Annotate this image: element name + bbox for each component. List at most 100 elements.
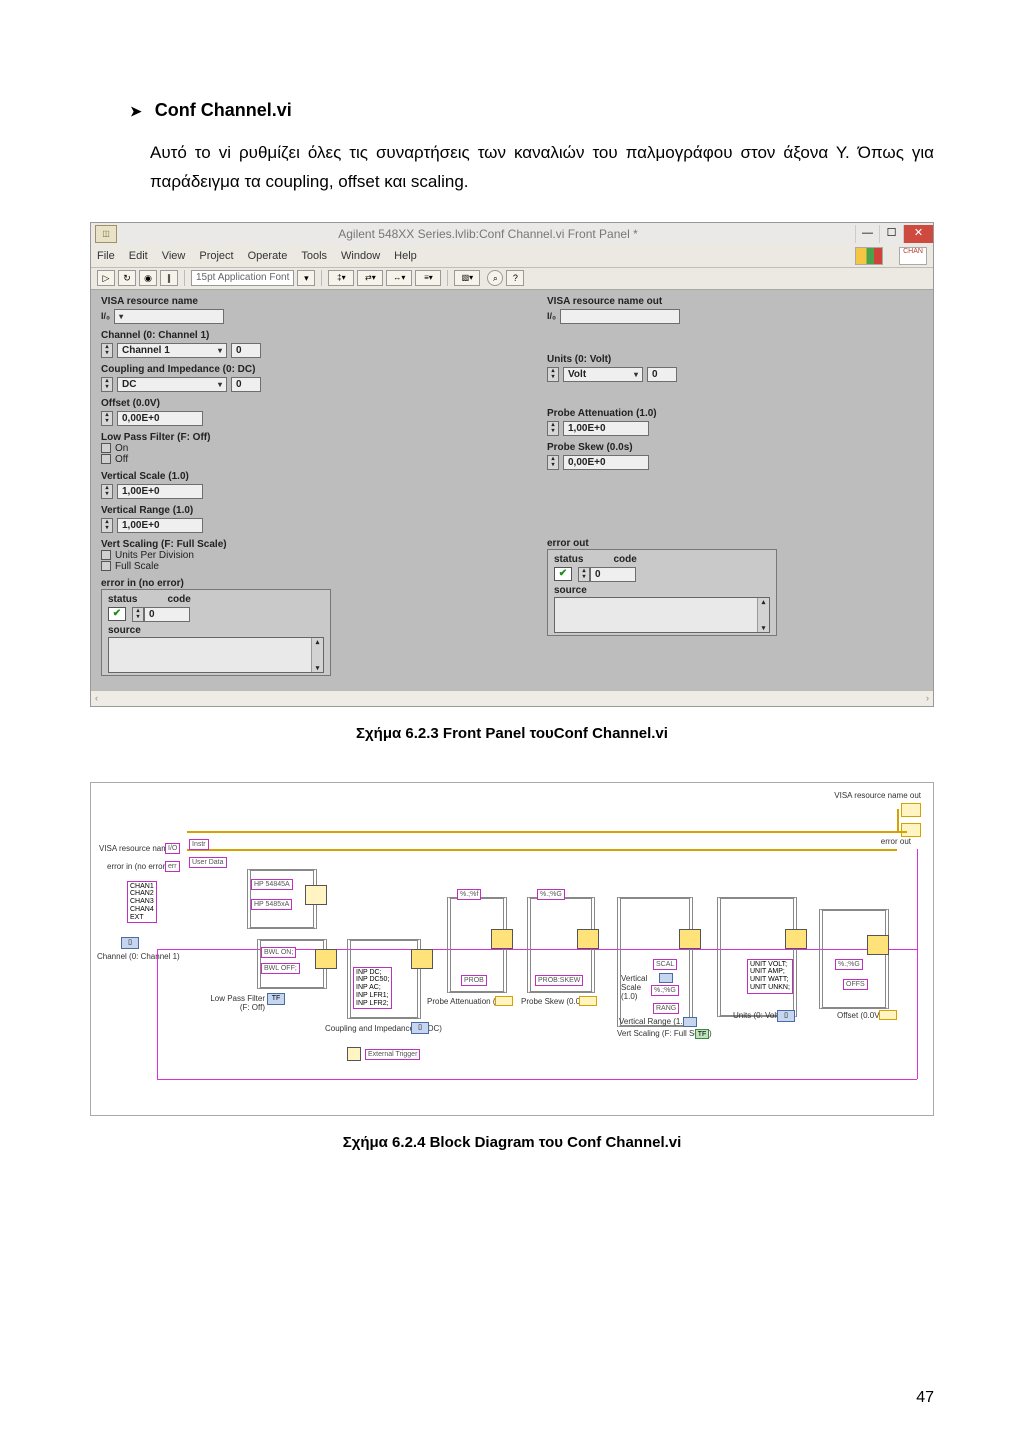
- menu-edit[interactable]: Edit: [129, 250, 148, 262]
- font-selector[interactable]: 15pt Application Font: [191, 270, 294, 286]
- help-icon[interactable]: ?: [506, 270, 524, 286]
- search-icon[interactable]: ⌕: [487, 270, 503, 286]
- index-array-icon: [411, 949, 433, 969]
- menu-window[interactable]: Window: [341, 250, 380, 262]
- coupling-spin[interactable]: ▴▾: [101, 377, 113, 392]
- patt-spin[interactable]: ▴▾: [547, 421, 559, 436]
- errout-code-field: 0: [590, 567, 636, 582]
- menu-view[interactable]: View: [162, 250, 186, 262]
- pskew-field[interactable]: 0,00E+0: [563, 455, 649, 470]
- hp1-const: HP 54845A: [251, 879, 293, 890]
- prob-skew-const: PROB:SKEW: [535, 975, 583, 986]
- fmt1-const: %.;%f: [457, 889, 481, 900]
- bwl-off-const: BWL OFF;: [261, 963, 300, 974]
- vscale-field[interactable]: 1,00E+0: [117, 484, 203, 499]
- vscaling-full-radio[interactable]: [101, 561, 111, 571]
- vscaling-upd-radio[interactable]: [101, 550, 111, 560]
- scroll-icon[interactable]: ▴▾: [311, 638, 323, 672]
- run-cont-button[interactable]: ↻: [118, 270, 136, 286]
- minimize-button[interactable]: —: [855, 225, 879, 243]
- visa-in-label: VISA resource name: [101, 296, 477, 307]
- font-drop-icon[interactable]: ▾: [297, 270, 315, 286]
- units-index: 0: [647, 367, 677, 382]
- format-string-icon: [491, 929, 513, 949]
- page-number: 47: [916, 1389, 934, 1407]
- vrange-label: Vertical Range (1.0): [101, 505, 477, 516]
- lpf-label: Low Pass Filter (F: Off): [101, 432, 477, 443]
- pskew-spin[interactable]: ▴▾: [547, 455, 559, 470]
- visa-terminal-icon: I/O: [165, 843, 180, 854]
- window-title: Agilent 548XX Series.lvlib:Conf Channel.…: [121, 227, 855, 241]
- coupling-combo[interactable]: DC: [117, 377, 227, 392]
- channel-combo[interactable]: Channel 1: [117, 343, 227, 358]
- rang-const: RANG: [653, 1003, 679, 1014]
- visa-out-terminal-icon: [901, 803, 921, 817]
- io-glyph-icon: I/₀: [101, 311, 110, 321]
- scroll-icon[interactable]: ▴▾: [757, 598, 769, 632]
- block-diagram-canvas: VISA resource name out error out VISA re…: [97, 789, 927, 1109]
- units-label: Units (0: Volt): [547, 354, 923, 365]
- select-icon: [315, 949, 337, 969]
- reorder-drop[interactable]: ≡▾: [415, 270, 441, 286]
- window-titlebar: ◫ Agilent 548XX Series.lvlib:Conf Channe…: [91, 223, 933, 245]
- visa-in-combo[interactable]: [114, 309, 224, 324]
- units-control-icon: ▯: [777, 1010, 795, 1022]
- patt-field[interactable]: 1,00E+0: [563, 421, 649, 436]
- pause-button[interactable]: ∥: [160, 270, 178, 286]
- visa-wire: [187, 831, 907, 833]
- errin-status-label: status: [108, 594, 137, 605]
- lpf-off-radio[interactable]: [101, 454, 111, 464]
- scroll-right-icon[interactable]: ›: [926, 693, 929, 703]
- errout-code-spin: ▴▾: [578, 567, 590, 582]
- vscale-control-icon: [659, 973, 673, 983]
- units-spin[interactable]: ▴▾: [547, 367, 559, 382]
- right-vert-wire: [917, 849, 918, 1079]
- front-panel-window: ◫ Agilent 548XX Series.lvlib:Conf Channe…: [90, 222, 934, 707]
- coupling-control-icon: ▯: [411, 1022, 429, 1034]
- errin-source-field[interactable]: ▴▾: [108, 637, 324, 673]
- menu-operate[interactable]: Operate: [248, 250, 288, 262]
- index-array-icon: [785, 929, 807, 949]
- vscale-ctrl-label: Vertical Scale (1.0): [621, 974, 651, 1001]
- vscaling-control-icon: TF: [695, 1029, 709, 1039]
- bwl-on-const: BWL ON;: [261, 947, 296, 958]
- visa-wire: [897, 809, 899, 832]
- align-drop[interactable]: ‡▾: [328, 270, 354, 286]
- errin-status-led: ✔: [108, 607, 126, 621]
- group-drop[interactable]: ▧▾: [454, 270, 480, 286]
- resize-drop[interactable]: ↔▾: [386, 270, 412, 286]
- menu-project[interactable]: Project: [199, 250, 233, 262]
- channel-spin[interactable]: ▴▾: [101, 343, 113, 358]
- run-button[interactable]: ▷: [97, 270, 115, 286]
- menu-tools[interactable]: Tools: [301, 250, 327, 262]
- scroll-left-icon[interactable]: ‹: [95, 693, 98, 703]
- prob-const: PROB: [461, 975, 487, 986]
- vscale-label: Vertical Scale (1.0): [101, 471, 477, 482]
- vscale-spin[interactable]: ▴▾: [101, 484, 113, 499]
- close-button[interactable]: ✕: [903, 225, 933, 243]
- offset-field[interactable]: 0,00E+0: [117, 411, 203, 426]
- units-combo[interactable]: Volt: [563, 367, 643, 382]
- offset-spin[interactable]: ▴▾: [101, 411, 113, 426]
- menu-bar: File Edit View Project Operate Tools Win…: [91, 245, 933, 268]
- errout-label: error out: [547, 538, 923, 549]
- distribute-drop[interactable]: ⇄▾: [357, 270, 383, 286]
- seq-frame: [717, 897, 797, 1017]
- vrange-spin[interactable]: ▴▾: [101, 518, 113, 533]
- menu-help[interactable]: Help: [394, 250, 417, 262]
- pskew-label: Probe Skew (0.0s): [547, 442, 923, 453]
- prob-control-icon: [495, 996, 513, 1006]
- lpf-on-radio[interactable]: [101, 443, 111, 453]
- error-out-label: error out: [881, 837, 911, 846]
- instr-const: Instr: [189, 839, 209, 850]
- errin-code-field[interactable]: 0: [144, 607, 190, 622]
- abort-button[interactable]: ◉: [139, 270, 157, 286]
- offset-control-icon: [879, 1010, 897, 1020]
- offset-ctrl-label: Offset (0.0V): [837, 1011, 882, 1020]
- vrange-field[interactable]: 1,00E+0: [117, 518, 203, 533]
- maximize-button[interactable]: ☐: [879, 225, 903, 243]
- errin-code-spin[interactable]: ▴▾: [132, 607, 144, 622]
- pskew-ctrl-label: Probe Skew (0.0s): [521, 997, 587, 1006]
- front-panel-area: VISA resource name I/₀ Channel (0: Chann…: [91, 290, 933, 690]
- menu-file[interactable]: File: [97, 250, 115, 262]
